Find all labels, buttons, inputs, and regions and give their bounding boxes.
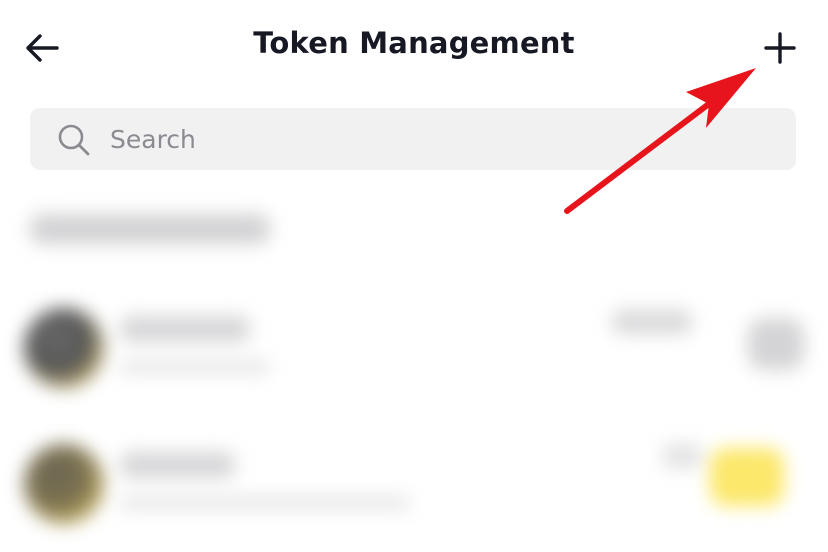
search-bar[interactable] — [30, 108, 796, 170]
list-item[interactable] — [0, 290, 828, 410]
token-amount — [612, 310, 692, 334]
token-management-screen: Token Management — [0, 0, 828, 552]
list-item[interactable] — [0, 426, 828, 546]
avatar — [24, 444, 104, 524]
token-name — [120, 452, 235, 478]
token-subtitle — [120, 360, 270, 374]
token-subtitle — [120, 496, 410, 510]
avatar — [24, 308, 104, 388]
token-list — [0, 190, 828, 552]
token-name — [120, 316, 250, 342]
page-title: Token Management — [253, 26, 575, 60]
token-action[interactable] — [748, 318, 804, 370]
header: Token Management — [0, 0, 828, 94]
plus-icon — [764, 32, 796, 64]
search-icon — [56, 122, 92, 158]
search-input[interactable] — [110, 108, 770, 170]
token-action[interactable] — [710, 448, 784, 506]
section-label — [30, 214, 270, 244]
token-amount — [662, 444, 702, 468]
add-button[interactable] — [758, 26, 802, 70]
